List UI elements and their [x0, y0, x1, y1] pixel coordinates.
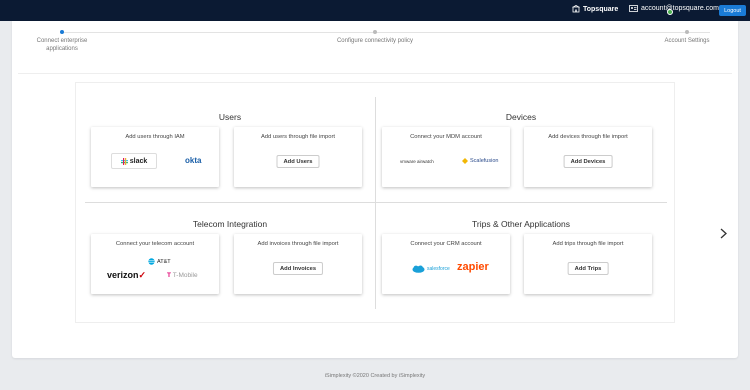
status-badge [667, 9, 673, 15]
card-title: Connect your telecom account [115, 241, 195, 247]
step-dot [685, 30, 689, 34]
org-switcher[interactable]: Topsquare [572, 5, 618, 13]
step-dot [60, 30, 64, 34]
zapier-logo[interactable]: zapier [457, 261, 489, 273]
slack-logo[interactable]: slack [111, 153, 157, 169]
divider [18, 73, 732, 74]
tmobile-label: T-Mobile [172, 272, 198, 279]
section-title-devices: Devices [505, 112, 537, 122]
section-title-users: Users [218, 112, 242, 122]
step-label: Connect enterprise applications [36, 38, 88, 52]
setup-stepper: Connect enterprise applications Configur… [12, 21, 738, 76]
section-title-telecom: Telecom Integration [192, 219, 268, 229]
salesforce-label: salesforce [427, 266, 450, 272]
account-email: account@topsquare.com [641, 5, 719, 12]
scalefusion-icon [462, 158, 468, 164]
card-telecom-file: Add invoices through file import Add Inv… [234, 234, 362, 294]
org-name: Topsquare [583, 5, 619, 13]
att-globe-icon [148, 258, 155, 265]
tmobile-t-icon: T [167, 272, 171, 279]
scalefusion-label: Scalefusion [470, 158, 499, 164]
step-label: Account Settings [664, 38, 710, 44]
verizon-label: verizon [107, 270, 139, 280]
vmware-airwatch-logo[interactable]: vmware airwatch [400, 159, 434, 164]
step-configure[interactable]: Configure connectivity policy [335, 30, 415, 45]
step-label: Configure connectivity policy [336, 38, 414, 44]
tmobile-logo[interactable]: T T-Mobile [167, 272, 198, 279]
step-dot [373, 30, 377, 34]
main-panel: Connect enterprise applications Configur… [12, 21, 738, 358]
section-title-trips: Trips & Other Applications [472, 219, 570, 229]
card-devices-mdm: Connect your MDM account vmware airwatch… [382, 127, 510, 187]
att-label: AT&T [157, 258, 171, 265]
card-title: Add trips through file import [552, 241, 624, 247]
add-invoices-button[interactable]: Add Invoices [272, 262, 324, 275]
salesforce-cloud-icon [412, 265, 425, 273]
top-navbar: Topsquare account@topsquare.com Logout [0, 0, 750, 21]
salesforce-logo[interactable]: salesforce [412, 265, 450, 273]
verizon-logo[interactable]: verizon✓ [107, 270, 146, 281]
add-devices-button[interactable]: Add Devices [563, 155, 613, 168]
slack-label: slack [129, 157, 148, 165]
divider [375, 97, 376, 309]
card-title: Add users through file import [260, 134, 336, 140]
card-title: Connect your MDM account [410, 134, 482, 140]
card-title: Add users through IAM [125, 134, 185, 140]
card-title: Add invoices through file import [257, 241, 339, 247]
logout-button[interactable]: Logout [719, 5, 746, 16]
scalefusion-logo[interactable]: Scalefusion [462, 158, 498, 164]
integrations-container: Users Add users through IAM slack okta A… [75, 82, 675, 323]
add-trips-button[interactable]: Add Trips [567, 262, 609, 275]
card-users-iam: Add users through IAM slack okta [91, 127, 219, 187]
att-logo[interactable]: AT&T [148, 258, 171, 265]
card-telecom-account: Connect your telecom account AT&T verizo… [91, 234, 219, 294]
divider [85, 202, 667, 203]
card-trips-crm: Connect your CRM account salesforce zapi… [382, 234, 510, 294]
step-connect[interactable]: Connect enterprise applications [22, 30, 102, 53]
account-menu[interactable]: account@topsquare.com [629, 5, 719, 12]
footer: iSimplexity ©2020 Created by iSimplexity [324, 373, 426, 379]
card-users-file: Add users through file import Add Users [234, 127, 362, 187]
add-users-button[interactable]: Add Users [276, 155, 320, 168]
card-trips-file: Add trips through file import Add Trips [524, 234, 652, 294]
building-icon [572, 5, 580, 13]
chevron-right-icon[interactable] [720, 228, 727, 242]
okta-logo[interactable]: okta [185, 156, 201, 165]
slack-icon [120, 157, 128, 165]
card-title: Add devices through file import [548, 134, 628, 140]
integrations-grid: Users Add users through IAM slack okta A… [85, 97, 667, 309]
card-devices-file: Add devices through file import Add Devi… [524, 127, 652, 187]
card-title: Connect your CRM account [410, 241, 482, 247]
id-card-icon [629, 5, 638, 12]
verizon-check-icon: ✓ [138, 270, 147, 280]
step-account-settings[interactable]: Account Settings [647, 30, 727, 45]
